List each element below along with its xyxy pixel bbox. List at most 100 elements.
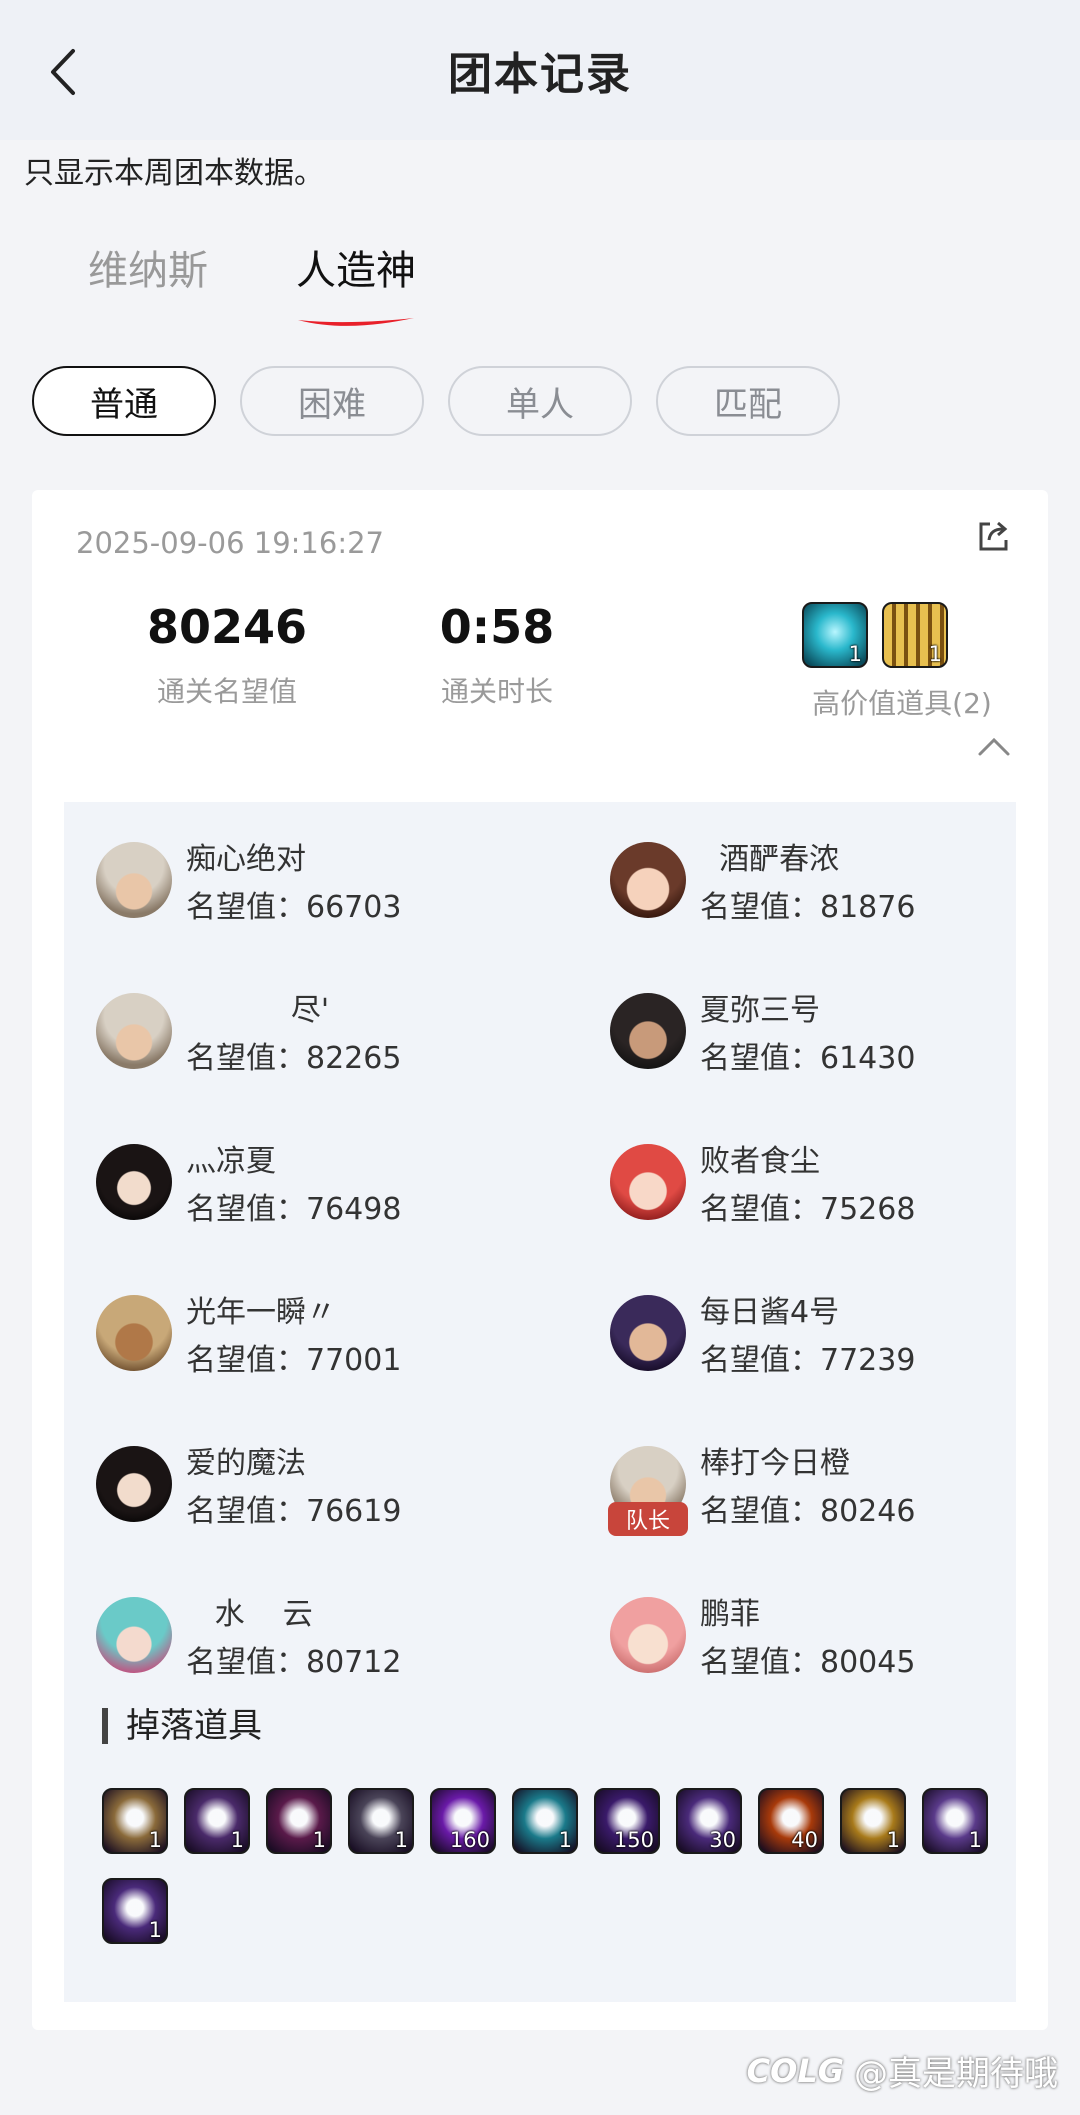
- member-name: 水 云: [186, 1597, 313, 1632]
- member-list: 痴心绝对名望值：66703 酒酽春浓名望值：81876 尽' 名望值：82265 夏…: [64, 802, 1016, 2002]
- member-name: 鹏菲: [700, 1597, 760, 1632]
- member-item[interactable]: 水 云名望值：80712: [96, 1589, 556, 1709]
- avatar[interactable]: [96, 1144, 172, 1220]
- item-quantity: 1: [230, 1828, 244, 1852]
- high-value-items: 1 1: [802, 602, 1002, 668]
- member-score: 名望值：82265: [186, 1041, 402, 1076]
- avatar[interactable]: [96, 1446, 172, 1522]
- beige-armor-icon[interactable]: 1: [102, 1788, 168, 1854]
- purple-swirl-icon[interactable]: 30: [676, 1788, 742, 1854]
- member-item[interactable]: 尽' 名望值：82265: [96, 985, 556, 1105]
- difficulty-filters: 普通 困难 单人 匹配: [32, 366, 840, 436]
- purple-crystal-icon[interactable]: 150: [594, 1788, 660, 1854]
- member-item[interactable]: 败者食尘名望值：75268: [610, 1136, 1070, 1256]
- cyan-orb-icon[interactable]: 1: [512, 1788, 578, 1854]
- cyan-orb-icon[interactable]: 1: [802, 602, 868, 668]
- member-item[interactable]: 灬凉夏名望值：76498: [96, 1136, 556, 1256]
- item-quantity: 1: [848, 642, 862, 666]
- item-quantity: 1: [928, 642, 942, 666]
- watermark-text: @真是期待哦: [854, 2054, 1058, 2094]
- chevron-left-icon: [51, 49, 75, 95]
- tab-venus[interactable]: 维纳斯: [88, 238, 208, 296]
- member-name: 尽': [186, 993, 330, 1028]
- colg-logo: COLG: [746, 2051, 844, 2090]
- member-score: 名望值：66703: [186, 890, 402, 925]
- item-quantity: 1: [148, 1828, 162, 1852]
- member-name: 痴心绝对: [186, 842, 306, 877]
- raid-record-card: 2025-09-06 19:16:27 80246 通关名望值 0:58 通关时…: [32, 490, 1048, 2030]
- item-quantity: 1: [394, 1828, 408, 1852]
- purple-bracer-icon[interactable]: 1: [184, 1788, 250, 1854]
- filter-normal[interactable]: 普通: [32, 366, 216, 436]
- member-item[interactable]: 鹏菲名望值：80045: [610, 1589, 1070, 1709]
- member-score: 名望值：75268: [700, 1192, 916, 1227]
- purple-boot-icon[interactable]: 1: [266, 1788, 332, 1854]
- member-score: 名望值：81876: [700, 890, 916, 925]
- clear-score-stat: 80246 通关名望值: [92, 600, 362, 710]
- member-score: 名望值：80045: [700, 1645, 916, 1680]
- gold-chest-icon[interactable]: 1: [840, 1788, 906, 1854]
- member-score: 名望值：76498: [186, 1192, 402, 1227]
- active-tab-indicator: [298, 318, 414, 326]
- item-quantity: 30: [709, 1828, 736, 1852]
- leader-badge: 队长: [608, 1502, 688, 1536]
- item-quantity: 150: [613, 1828, 654, 1852]
- member-item[interactable]: 夏弥三号 名望值：61430: [610, 985, 1070, 1105]
- share-button[interactable]: [976, 518, 1016, 558]
- member-item[interactable]: 痴心绝对名望值：66703: [96, 834, 556, 954]
- member-name: 光年一瞬〃: [186, 1295, 336, 1330]
- member-name: 灬凉夏: [186, 1144, 276, 1179]
- member-item[interactable]: 光年一瞬〃名望值：77001: [96, 1287, 556, 1407]
- gold-chest-icon[interactable]: 1: [882, 602, 948, 668]
- item-quantity: 1: [886, 1828, 900, 1852]
- filter-match[interactable]: 匹配: [656, 366, 840, 436]
- member-name: 夏弥三号: [700, 993, 820, 1028]
- avatar[interactable]: [96, 1295, 172, 1371]
- raid-tabs: 维纳斯 人造神: [0, 238, 1080, 328]
- tab-artificial-god[interactable]: 人造神: [296, 238, 416, 296]
- member-score: 名望值：77239: [700, 1343, 916, 1378]
- item-quantity: 40: [791, 1828, 818, 1852]
- item-quantity: 160: [449, 1828, 490, 1852]
- clear-time-stat: 0:58 通关时长: [362, 600, 632, 710]
- member-item[interactable]: 队长 棒打今日橙 名望值：80246: [608, 1438, 1070, 1558]
- avatar[interactable]: [610, 1597, 686, 1673]
- watermark: COLG @真是期待哦: [747, 2046, 1058, 2095]
- collapse-button[interactable]: [976, 734, 1012, 760]
- top-bar: 团本记录: [0, 0, 1080, 140]
- filter-solo[interactable]: 单人: [448, 366, 632, 436]
- member-item[interactable]: 酒酽春浓名望值：81876: [610, 834, 1070, 954]
- avatar[interactable]: [96, 1597, 172, 1673]
- back-button[interactable]: [40, 44, 84, 100]
- member-score: 名望值：76619: [186, 1494, 402, 1529]
- member-score: 名望值：77001: [186, 1343, 402, 1378]
- silver-gear-icon[interactable]: 1: [348, 1788, 414, 1854]
- member-name: 败者食尘: [700, 1144, 820, 1179]
- avatar[interactable]: [610, 1295, 686, 1371]
- member-name: 酒酽春浓: [700, 842, 840, 877]
- drops-title: 掉落道具: [102, 1708, 262, 1744]
- avatar[interactable]: [610, 1144, 686, 1220]
- white-boot-icon[interactable]: 1: [922, 1788, 988, 1854]
- page-title: 团本记录: [448, 49, 632, 100]
- member-item[interactable]: 每日酱4号 名望值：77239: [610, 1287, 1070, 1407]
- clear-score-value: 80246: [146, 600, 308, 654]
- avatar[interactable]: [610, 842, 686, 918]
- member-name: 棒打今日橙: [700, 1446, 850, 1481]
- filter-hard[interactable]: 困难: [240, 366, 424, 436]
- member-item[interactable]: 爱的魔法 名望值：76619: [96, 1438, 556, 1558]
- fire-ring-icon[interactable]: 40: [758, 1788, 824, 1854]
- avatar[interactable]: [96, 993, 172, 1069]
- clear-time-label: 通关时长: [440, 675, 553, 708]
- clear-time-value: 0:58: [439, 600, 555, 654]
- chevron-up-icon: [978, 737, 1010, 756]
- avatar[interactable]: [610, 993, 686, 1069]
- item-quantity: 1: [148, 1918, 162, 1942]
- high-value-label: 高价值道具(2): [812, 687, 992, 720]
- item-quantity: 1: [558, 1828, 572, 1852]
- white-gauntlet-icon[interactable]: 1: [102, 1878, 168, 1944]
- record-timestamp: 2025-09-06 19:16:27: [76, 526, 384, 560]
- purple-orb-icon[interactable]: 160: [430, 1788, 496, 1854]
- clear-score-label: 通关名望值: [156, 675, 297, 708]
- avatar[interactable]: [96, 842, 172, 918]
